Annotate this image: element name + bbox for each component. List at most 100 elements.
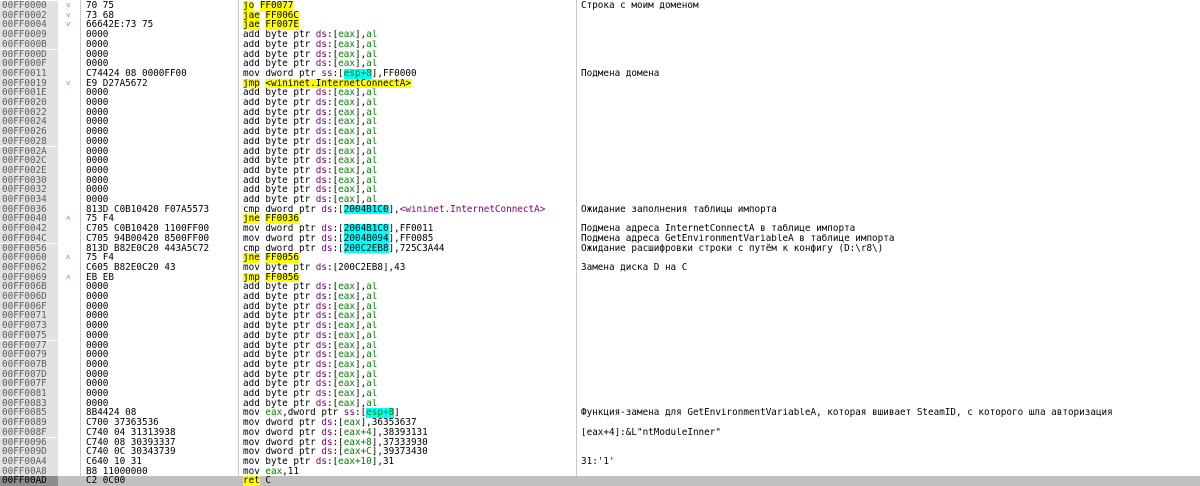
instruction-token: eax xyxy=(338,311,355,322)
bytes-cell: 0000 xyxy=(86,107,109,118)
disasm-row[interactable]: 00FF006F 0000 add byte ptr ds:[eax],al xyxy=(0,301,1200,312)
instruction-cell: add byte ptr ds:[eax],al xyxy=(243,185,573,195)
instruction-token: :[ xyxy=(332,427,344,438)
disasm-row[interactable]: 00FF0000 ˅ 70 75 jo FF0077 Строка с моим дом… xyxy=(0,1,1200,11)
disasm-row[interactable]: 00FF0032 0000 add byte ptr ds:[eax],al xyxy=(0,185,1200,195)
instruction-token: ds xyxy=(321,204,333,215)
jump-down-arrow-icon: ˅ xyxy=(66,20,71,30)
comment-cell: Ожидание заполнения таблицы импорта xyxy=(581,204,777,215)
instruction-token: add byte ptr xyxy=(243,301,316,312)
instruction-token: add byte ptr xyxy=(243,175,316,186)
disasm-row[interactable]: 00FF0040 ˄ 75 F4 jne FF0036 xyxy=(0,214,1200,225)
disasm-row[interactable]: 00FF0069 ˄ EB EB jmp FF0056 xyxy=(0,272,1200,283)
disasm-row[interactable]: 00FF0002 ˅ 73 68 jae FF006C xyxy=(0,10,1200,21)
disasm-row[interactable]: 00FF00A4 C640 10 31 mov byte ptr ds:[eax+1… xyxy=(0,457,1200,467)
disasm-row[interactable]: 00FF0020 0000 add byte ptr ds:[eax],al xyxy=(0,98,1200,108)
instruction-cell: add byte ptr ds:[eax],al xyxy=(243,370,573,380)
disasm-row[interactable]: 00FF0042 C705 C0B10420 1100FF00 mov dword … xyxy=(0,224,1200,234)
instruction-token: ds xyxy=(315,369,327,380)
instruction-token: eax xyxy=(338,117,355,128)
instruction-token: :[ xyxy=(326,146,339,157)
instruction-token: jmp xyxy=(243,272,260,283)
instruction-token: add byte ptr xyxy=(243,185,316,195)
disasm-row[interactable]: 00FF001E 0000 add byte ptr ds:[eax],al xyxy=(0,88,1200,98)
disasm-row[interactable]: 00FF0009 0000 add byte ptr ds:[eax],al xyxy=(0,30,1200,40)
instruction-token: :[ xyxy=(326,59,339,69)
disasm-row[interactable]: 00FF0071 0000 add byte ptr ds:[eax],al xyxy=(0,311,1200,322)
disasm-row[interactable]: 00FF000F 0000 add byte ptr ds:[eax],al xyxy=(0,59,1200,69)
jump-up-arrow-icon: ˄ xyxy=(66,253,71,263)
disasm-row[interactable]: 00FF0096 C740 08 30393337 mov dword ptr ds… xyxy=(0,437,1200,448)
instruction-token: ], xyxy=(354,311,367,322)
instruction-token: ], xyxy=(354,59,367,69)
instruction-token: ],36353637 xyxy=(360,418,417,428)
disasm-row[interactable]: 00FF000D 0000 add byte ptr ds:[eax],al xyxy=(0,49,1200,60)
disasm-row[interactable]: 00FF0085 8B4424 08 mov eax,dword ptr ss:[e… xyxy=(0,408,1200,419)
bytes-cell: 0000 xyxy=(86,49,109,60)
disasm-row[interactable]: 00FF0036 813D C0B10420 F07A5573 cmp dword … xyxy=(0,204,1200,215)
disasm-row[interactable]: 00FF002E 0000 add byte ptr ds:[eax],al xyxy=(0,166,1200,176)
instruction-token: al xyxy=(366,39,378,50)
disasm-row[interactable]: 00FF0028 0000 add byte ptr ds:[eax],al xyxy=(0,137,1200,147)
disasm-row[interactable]: 00FF002A 0000 add byte ptr ds:[eax],al xyxy=(0,146,1200,157)
disasm-row[interactable]: 00FF0056 813D B82E0C20 443A5C72 cmp dword … xyxy=(0,243,1200,254)
instruction-token: ], xyxy=(354,321,367,331)
disasm-row[interactable]: 00FF00A8 B8 11000000 mov eax,11 xyxy=(0,466,1200,477)
disasm-row[interactable]: 00FF0062 C605 B82E0C20 43 mov byte ptr ds:… xyxy=(0,263,1200,273)
instruction-token: al xyxy=(366,59,378,69)
disasm-row[interactable]: 00FF0011 C74424 08 0000FF00 mov dword ptr … xyxy=(0,69,1200,79)
disasm-row[interactable]: 00FF0079 0000 add byte ptr ds:[eax],al xyxy=(0,350,1200,360)
disasm-row[interactable]: 00FF006B 0000 add byte ptr ds:[eax],al xyxy=(0,282,1200,292)
instruction-token: ss xyxy=(343,408,355,419)
instruction-token: jo xyxy=(243,1,255,11)
disasm-row[interactable]: 00FF004C C705 94B00420 8500FF00 mov dword … xyxy=(0,234,1200,244)
instruction-token: :[ xyxy=(326,185,339,195)
disasm-row[interactable]: 00FF006D 0000 add byte ptr ds:[eax],al xyxy=(0,292,1200,302)
instruction-token: add byte ptr xyxy=(243,282,316,292)
disasm-row[interactable]: 00FF0030 0000 add byte ptr ds:[eax],al xyxy=(0,175,1200,186)
disasm-row[interactable]: 00FF0060 ˄ 75 F4 jne FF0056 xyxy=(0,253,1200,263)
disasm-row[interactable]: 00FF0026 0000 add byte ptr ds:[eax],al xyxy=(0,127,1200,137)
instruction-token: add byte ptr xyxy=(243,59,316,69)
disasm-row[interactable]: 00FF007B 0000 add byte ptr ds:[eax],al xyxy=(0,360,1200,370)
bytes-cell: C2 0C00 xyxy=(86,476,126,486)
disasm-row[interactable]: 00FF0022 0000 add byte ptr ds:[eax],al xyxy=(0,107,1200,118)
disasm-row[interactable]: 00FF0077 0000 add byte ptr ds:[eax],al xyxy=(0,340,1200,351)
disasm-row[interactable]: 00FF000B 0000 add byte ptr ds:[eax],al xyxy=(0,40,1200,50)
instruction-token: ds xyxy=(315,301,327,312)
instruction-token: C xyxy=(265,476,272,486)
disasm-row[interactable]: 00FF008F C740 04 31313938 mov dword ptr ds… xyxy=(0,428,1200,438)
disasm-row[interactable]: 00FF0073 0000 add byte ptr ds:[eax],al xyxy=(0,321,1200,331)
instruction-token: ], xyxy=(354,301,367,312)
instruction-cell: mov dword ptr ds:[2004B094],FF0085 xyxy=(243,233,573,244)
bytes-cell: 0000 xyxy=(86,292,109,302)
bytes-cell: C705 94B00420 8500FF00 xyxy=(86,233,210,244)
disasm-row[interactable]: 00FF0024 0000 add byte ptr ds:[eax],al xyxy=(0,117,1200,128)
instruction-token: ], xyxy=(354,369,367,380)
disasm-row[interactable]: 00FF007F 0000 add byte ptr ds:[eax],al xyxy=(0,379,1200,389)
disasm-row[interactable]: 00FF0089 C700 37363536 mov dword ptr ds:[e… xyxy=(0,418,1200,428)
jump-down-arrow-icon: ˅ xyxy=(66,1,71,10)
instruction-token: eax xyxy=(343,418,361,428)
bytes-cell: 813D B82E0C20 443A5C72 xyxy=(86,243,210,254)
disasm-row[interactable]: 00FF0034 0000 add byte ptr ds:[eax],al xyxy=(0,195,1200,205)
instruction-cell: add byte ptr ds:[eax],al xyxy=(243,311,573,321)
instruction-token: FF0036 xyxy=(265,214,299,225)
disasm-row[interactable]: 00FF002C 0000 add byte ptr ds:[eax],al xyxy=(0,156,1200,166)
disasm-row[interactable]: 00FF00AD C2 0C00 ret C xyxy=(0,476,1200,486)
instruction-token: jae xyxy=(243,20,260,31)
instruction-token: al xyxy=(366,185,378,195)
instruction-token: eax xyxy=(338,30,355,40)
disasm-row[interactable]: 00FF007D 0000 add byte ptr ds:[eax],al xyxy=(0,369,1200,380)
disasm-row[interactable]: 00FF0083 0000 add byte ptr ds:[eax],al xyxy=(0,398,1200,409)
disasm-row[interactable]: 00FF0075 0000 add byte ptr ds:[eax],al xyxy=(0,331,1200,341)
disassembly-listing[interactable]: 00FF0000 ˅ 70 75 jo FF0077 Строка с моим дом… xyxy=(0,0,1200,486)
disasm-row[interactable]: 00FF0081 0000 add byte ptr ds:[eax],al xyxy=(0,389,1200,399)
instruction-token: eax xyxy=(338,59,355,69)
disasm-row[interactable]: 00FF0019 ˅ E9 D27A5672 jmp <wininet.Interne… xyxy=(0,78,1200,89)
comment-cell: Подмена адреса InternetConnectA в таблиц… xyxy=(581,224,856,234)
disasm-row[interactable]: 00FF0004 ˅ 66642E:73 75 jae FF007E xyxy=(0,20,1200,31)
bytes-cell: 0000 xyxy=(86,195,109,205)
instruction-token: :[ xyxy=(326,195,339,205)
disasm-row[interactable]: 00FF009D C740 0C 30343739 mov dword ptr ds… xyxy=(0,447,1200,457)
